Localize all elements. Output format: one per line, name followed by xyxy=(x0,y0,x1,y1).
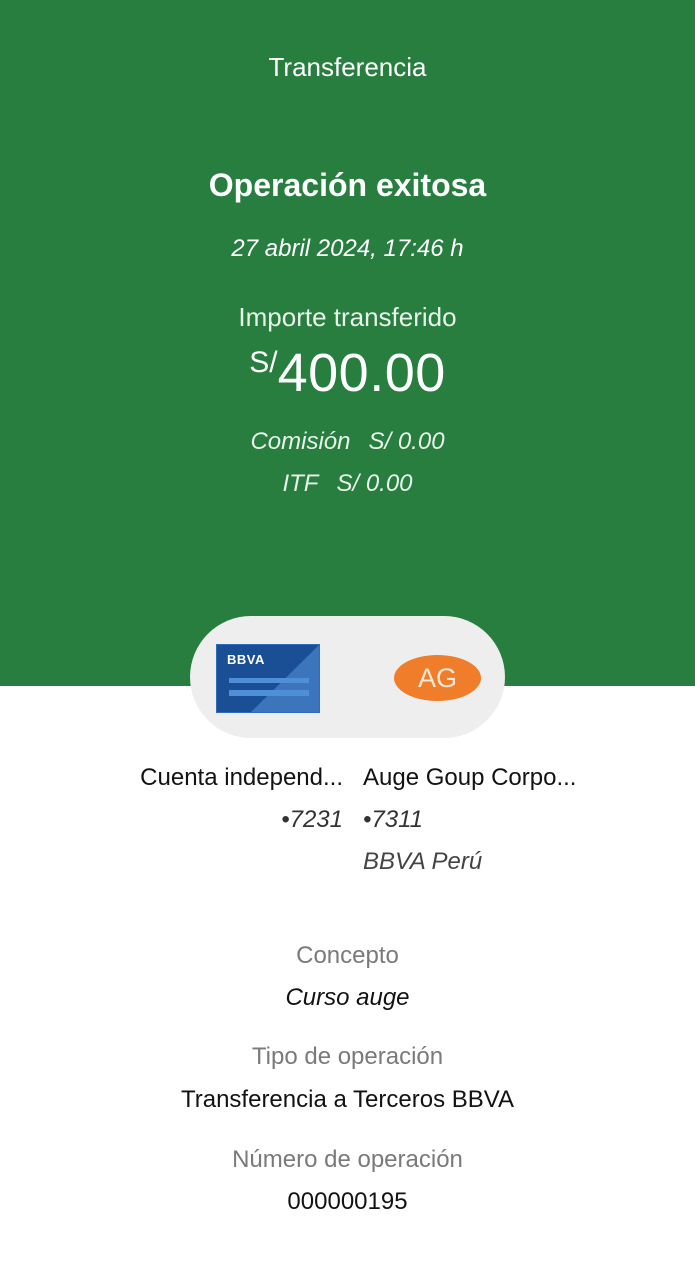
operation-type-label: Tipo de operación xyxy=(251,1043,444,1070)
currency-symbol: S/ xyxy=(249,346,278,379)
recipient-avatar: AG xyxy=(394,655,481,701)
amount-label: Importe transferido xyxy=(238,302,457,332)
transfer-parties-pill: BBVA AG xyxy=(190,616,505,738)
destination-account-name: Auge Goup Corpo... xyxy=(363,764,577,791)
operation-number-value: 000000195 xyxy=(287,1188,408,1215)
source-account-name: Cuenta independ... xyxy=(140,764,343,791)
operation-number-label: Número de operación xyxy=(232,1146,463,1173)
commission-value: S/ 0.00 xyxy=(368,428,445,455)
commission-row: Comisión S/ 0.00 xyxy=(0,428,695,456)
itf-row: ITF S/ 0.00 xyxy=(0,470,695,498)
operation-datetime: 27 abril 2024, 17:46 h xyxy=(231,235,464,262)
destination-bank: BBVA Perú xyxy=(363,848,483,875)
commission-label: Comisión xyxy=(250,428,351,455)
bbva-card-icon: BBVA xyxy=(216,644,320,713)
concept-value: Curso auge xyxy=(285,984,410,1011)
source-account-number: •7231 xyxy=(281,806,343,833)
itf-label: ITF xyxy=(282,470,319,497)
amount-value: 400.00 xyxy=(277,343,446,403)
itf-value: S/ 0.00 xyxy=(336,470,413,497)
destination-account-number: •7311 xyxy=(363,806,424,833)
concept-label: Concepto xyxy=(296,942,399,969)
amount-display: S/400.00 xyxy=(0,342,695,412)
screen-title: Transferencia xyxy=(268,52,427,82)
operation-type-value: Transferencia a Terceros BBVA xyxy=(180,1086,515,1113)
operation-status: Operación exitosa xyxy=(208,167,487,203)
card-logo: BBVA xyxy=(227,652,265,667)
